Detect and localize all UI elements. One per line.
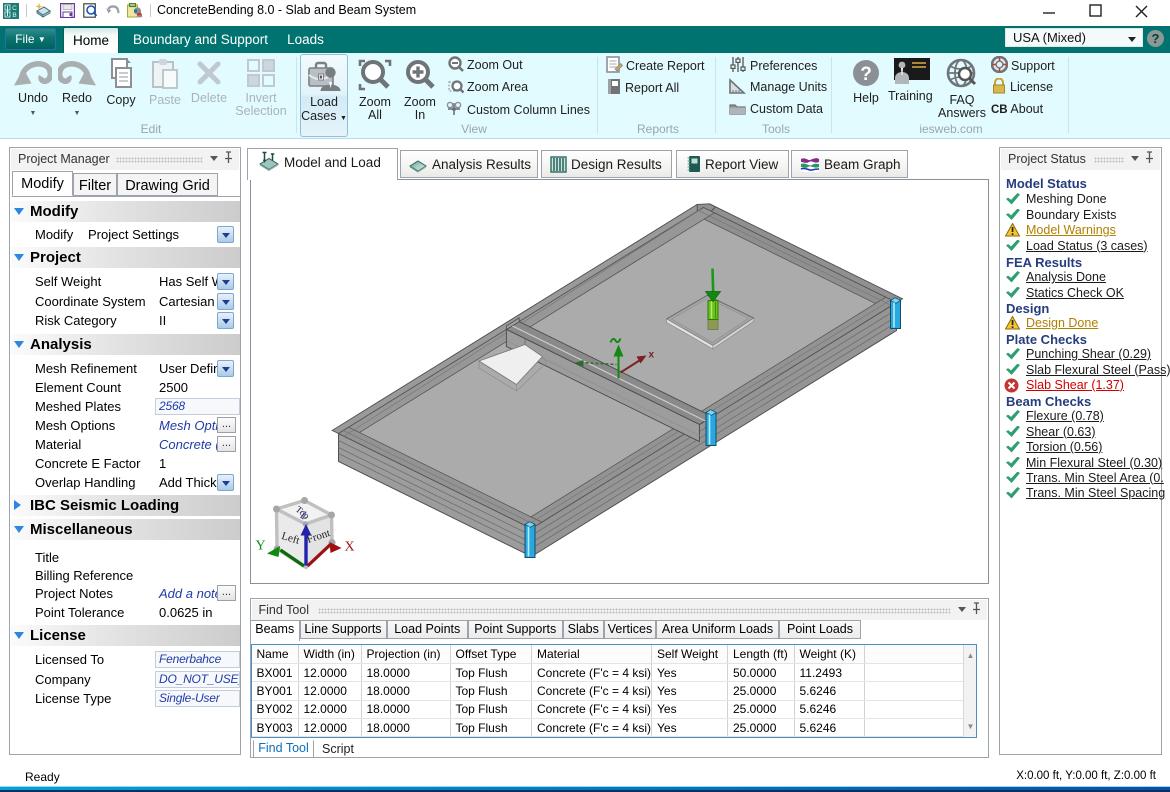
svg-text:?: ? <box>860 64 872 85</box>
svg-text:C: C <box>12 5 17 12</box>
svg-text:Y: Y <box>255 538 265 553</box>
svg-text:x: x <box>648 349 654 360</box>
svg-text:B: B <box>12 12 16 19</box>
svg-text:X: X <box>344 539 354 554</box>
